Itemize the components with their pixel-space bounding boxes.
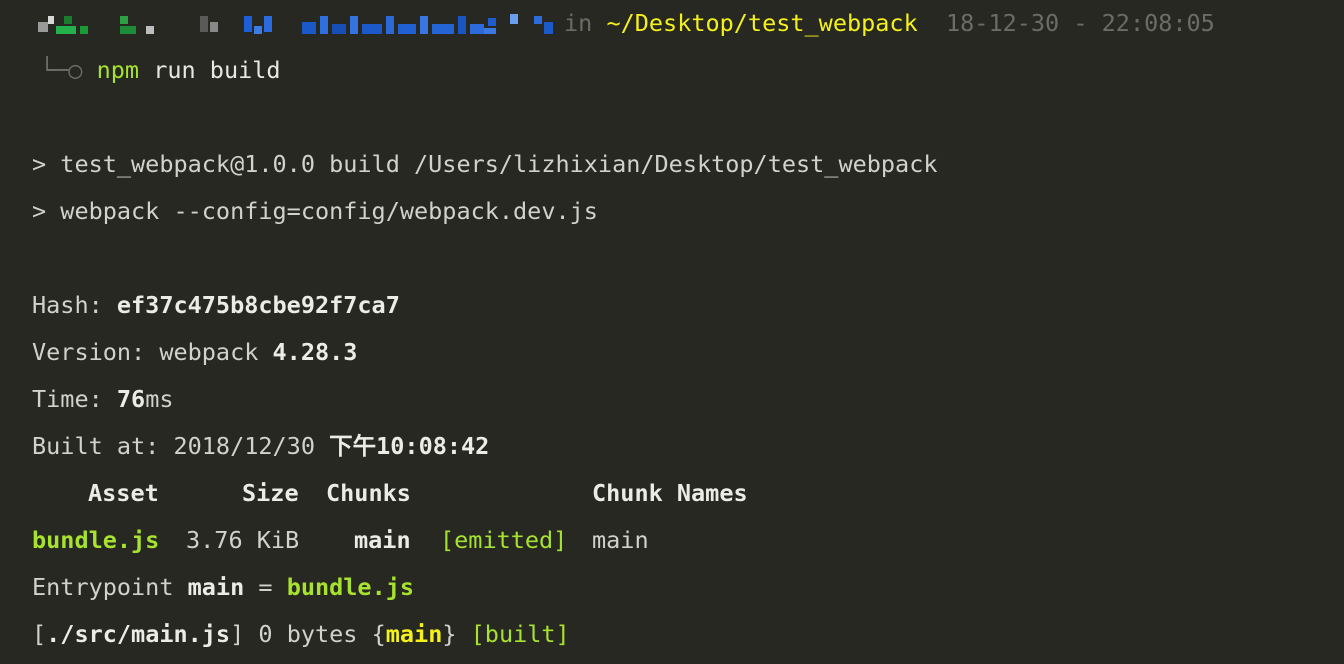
- hash-label: Hash:: [32, 291, 117, 319]
- entrypoint-file: bundle.js: [286, 573, 415, 601]
- module-line: [./src/main.js] 0 bytes {main} [built]: [32, 611, 570, 658]
- built-at-label: Built at: 2018/12/30: [32, 432, 330, 460]
- hash-value: ef37c475b8cbe92f7ca7: [116, 291, 400, 319]
- censored-username: [38, 10, 553, 36]
- row-flag: [emitted]: [440, 526, 568, 554]
- script-line-1: > test_webpack@1.0.0 build /Users/lizhix…: [32, 150, 938, 178]
- row-chunks: main: [354, 526, 411, 554]
- asset-table-header: Asset Size Chunks Chunk Names: [0, 470, 1344, 517]
- prompt-path: ~/Desktop/test_webpack: [606, 9, 918, 37]
- header-chunks: Chunks: [326, 479, 411, 507]
- version-value: 4.28.3: [272, 338, 358, 366]
- command-args: run build: [139, 56, 281, 84]
- table-row: bundle.js 3.76 KiB main [emitted] main: [0, 517, 1344, 564]
- prompt-arrow-icon: └─○: [40, 56, 83, 84]
- module-size: 0 bytes: [244, 620, 372, 648]
- command-npm: npm: [96, 56, 140, 84]
- terminal-window[interactable]: in ~/Desktop/test_webpack 18-12-30 - 22:…: [0, 0, 1344, 664]
- entrypoint-label: Entrypoint: [32, 573, 188, 601]
- command-line: └─○ npm run build: [40, 47, 281, 94]
- module-brace-close: }: [442, 620, 457, 648]
- prompt-line: in ~/Desktop/test_webpack 18-12-30 - 22:…: [564, 0, 1215, 47]
- header-chunk-names: Chunk Names: [592, 479, 748, 507]
- script-line-2: > webpack --config=config/webpack.dev.js: [32, 197, 598, 225]
- time-value: 76: [116, 385, 146, 413]
- time-line: Time: 76ms: [32, 376, 173, 423]
- row-chunk-names: main: [592, 526, 649, 554]
- version-line: Version: webpack 4.28.3: [32, 329, 357, 376]
- time-label: Time:: [32, 385, 117, 413]
- built-at-line: Built at: 2018/12/30 下午10:08:42: [32, 423, 489, 470]
- hash-line: Hash: ef37c475b8cbe92f7ca7: [32, 282, 400, 329]
- entrypoint-eq: =: [244, 573, 287, 601]
- version-label: Version: webpack: [32, 338, 273, 366]
- header-size: Size: [242, 479, 299, 507]
- prompt-in-label: in: [564, 9, 593, 37]
- header-asset: Asset: [88, 479, 159, 507]
- prompt-timestamp: 18-12-30 - 22:08:05: [946, 9, 1215, 37]
- time-unit: ms: [145, 385, 174, 413]
- module-brace-open: {: [371, 620, 386, 648]
- built-at-value: 下午10:08:42: [329, 432, 490, 460]
- entrypoint-line: Entrypoint main = bundle.js: [32, 564, 414, 611]
- module-path: [./src/main.js]: [32, 620, 245, 648]
- entrypoint-name: main: [187, 573, 245, 601]
- module-flag: [built]: [470, 620, 570, 648]
- row-size: 3.76 KiB: [186, 526, 300, 554]
- module-chunk: main: [385, 620, 443, 648]
- row-asset: bundle.js: [32, 526, 160, 554]
